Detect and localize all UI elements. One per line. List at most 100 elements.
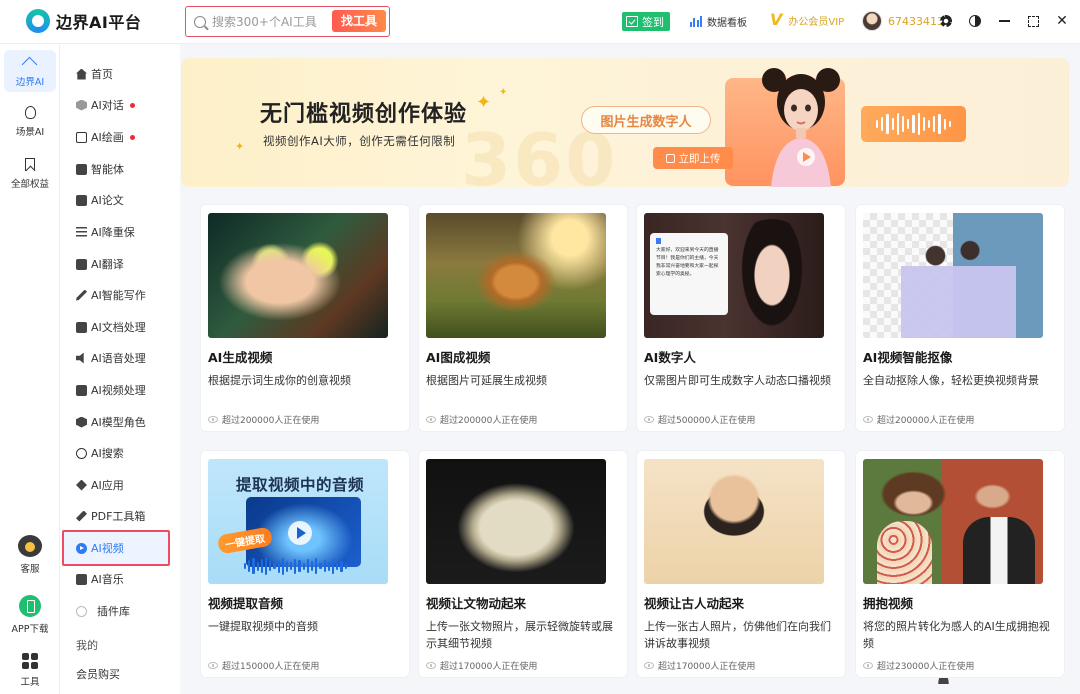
nav-item-pdf-toolbox[interactable]: PDF工具箱 bbox=[76, 504, 145, 528]
tool-card-digital-human[interactable]: 大家好，欢迎来到今天的直播节目！我是你们的主播，今天我非常兴奋地要和大家一起探索… bbox=[636, 204, 846, 432]
nav-item-ai-model-role[interactable]: AI模型角色 bbox=[76, 410, 146, 434]
usage-text: 超过200000人正在使用 bbox=[877, 416, 975, 426]
checkin-button[interactable]: 签到 bbox=[622, 12, 670, 31]
usage-text: 超过170000人正在使用 bbox=[658, 662, 756, 672]
card-description: 根据图片可延展生成视频 bbox=[426, 374, 547, 387]
rail-item-tools[interactable]: 工具 bbox=[4, 653, 56, 689]
nav-item-ai-video-process[interactable]: AI视频处理 bbox=[76, 378, 146, 402]
card-thumbnail bbox=[426, 459, 606, 584]
family-cutout bbox=[901, 235, 1016, 338]
nav-item-ai-translate[interactable]: AI翻译 bbox=[76, 252, 124, 276]
wrench-icon bbox=[76, 510, 87, 522]
logo-icon bbox=[26, 9, 50, 33]
nav-label: AI应用 bbox=[91, 479, 124, 492]
tools-grid-icon bbox=[22, 653, 38, 669]
card-thumbnail bbox=[644, 459, 824, 584]
robot-icon bbox=[76, 163, 87, 175]
card-thumbnail bbox=[863, 459, 1043, 584]
tool-card-image-to-video[interactable]: AI图成视频 根据图片可延展生成视频 超过200000人正在使用 bbox=[418, 204, 628, 432]
play-icon bbox=[288, 521, 312, 545]
tool-card-extract-audio[interactable]: 提取视频中的音频 一键提取 视频提取音频 一键提取视频中的音频 超过150000… bbox=[200, 450, 410, 678]
nav-item-ai-paint[interactable]: AI绘画 bbox=[76, 125, 135, 149]
mic-icon bbox=[656, 238, 661, 244]
card-title: AI图成视频 bbox=[426, 350, 491, 365]
section-mine: 我的 bbox=[76, 639, 98, 652]
search-icon bbox=[76, 447, 87, 459]
logo-text: 边界AI平台 bbox=[56, 13, 142, 32]
nav-item-agent[interactable]: 智能体 bbox=[76, 157, 124, 181]
chat-icon bbox=[76, 99, 87, 111]
vip-label: 办公会员VIP bbox=[788, 16, 845, 28]
nav-item-ai-rewrite[interactable]: AI降重保 bbox=[76, 220, 135, 244]
maximize-icon[interactable] bbox=[1025, 13, 1041, 29]
card-thumbnail bbox=[208, 213, 388, 338]
woman-figure bbox=[877, 521, 932, 584]
find-tool-button[interactable]: 找工具 bbox=[331, 10, 386, 32]
card-description: 全自动抠除人像，轻松更换视频背景 bbox=[863, 374, 1039, 387]
nav-label: AI语音处理 bbox=[91, 352, 146, 365]
rail-item-app-download[interactable]: APP下载 bbox=[4, 595, 56, 635]
tool-card-video-matting[interactable]: AI视频智能抠像 全自动抠除人像，轻松更换视频背景 超过200000人正在使用 bbox=[855, 204, 1065, 432]
card-thumbnail bbox=[426, 213, 606, 338]
card-description: 上传一张文物照片，展示轻微旋转或展示其细节视频 bbox=[426, 620, 613, 650]
nav-item-ai-music[interactable]: AI音乐 bbox=[76, 567, 124, 591]
card-description: 上传一张古人照片，仿佛他们在向我们讲诉故事视频 bbox=[644, 620, 831, 650]
image-to-digital-human-pill[interactable]: 图片生成数字人 bbox=[581, 106, 711, 134]
audio-wave-icon bbox=[861, 106, 966, 142]
nav-item-ai-video[interactable]: AI视频 bbox=[62, 530, 170, 566]
script-text: 大家好，欢迎来到今天的直播节目！我是你们的主播，今天我非常兴奋地要和大家一起探索… bbox=[656, 248, 719, 277]
tool-card-animate-ancient-person[interactable]: 视频让古人动起来 上传一张古人照片，仿佛他们在向我们讲诉故事视频 超过17000… bbox=[636, 450, 846, 678]
card-usage: 超过170000人正在使用 bbox=[426, 659, 537, 672]
nav-item-member-purchase[interactable]: 会员购买 bbox=[76, 662, 949, 686]
card-description: 仅需图片即可生成数字人动态口播视频 bbox=[644, 374, 831, 387]
nav-item-ai-document[interactable]: AI文档处理 bbox=[76, 315, 146, 339]
dashboard-link[interactable]: 数据看板 bbox=[690, 14, 747, 29]
nav-item-ai-paper[interactable]: AI论文 bbox=[76, 188, 124, 212]
close-icon[interactable]: ✕ bbox=[1054, 13, 1070, 29]
search-input[interactable] bbox=[212, 14, 332, 29]
upload-now-button[interactable]: 立即上传 bbox=[653, 147, 733, 169]
app-logo[interactable]: 边界AI平台 bbox=[26, 9, 141, 33]
nav-item-home[interactable]: 首页 bbox=[76, 62, 113, 86]
checkin-label: 签到 bbox=[642, 15, 664, 29]
nav-item-plugins[interactable]: 插件库 bbox=[76, 599, 130, 623]
nav-item-ai-writing[interactable]: AI智能写作 bbox=[76, 283, 146, 307]
rail-item-scene-ai[interactable]: 场景AI bbox=[4, 106, 56, 142]
sparkle-icon: ✦ bbox=[476, 92, 492, 113]
upload-icon bbox=[665, 153, 675, 163]
bookmark-icon bbox=[25, 158, 35, 171]
customer-service-icon bbox=[18, 535, 42, 557]
nav-item-ai-search[interactable]: AI搜索 bbox=[76, 441, 124, 465]
nav-label: AI视频处理 bbox=[91, 384, 146, 397]
nav-item-ai-voice[interactable]: AI语音处理 bbox=[76, 346, 146, 370]
thumb-title: 提取视频中的音频 bbox=[236, 476, 365, 494]
translate-icon bbox=[76, 258, 87, 270]
apps-icon bbox=[76, 479, 87, 491]
rail-item-customer-service[interactable]: 客服 bbox=[4, 535, 56, 575]
digital-human-face bbox=[732, 219, 812, 338]
lightbulb-icon bbox=[24, 106, 36, 119]
promo-banner[interactable]: 360 无门槛视频创作体验 ✦ ✦ ✦ 视频创作AI大师，创作无需任何限制 图片… bbox=[181, 58, 1069, 187]
tool-card-ai-generate-video[interactable]: AI生成视频 根据提示词生成你的创意视频 超过200000人正在使用 bbox=[200, 204, 410, 432]
sparkle-icon: ✦ bbox=[235, 140, 245, 153]
settings-gear-icon[interactable] bbox=[938, 13, 954, 29]
usage-text: 超过200000人正在使用 bbox=[440, 416, 538, 426]
nav-item-ai-chat[interactable]: AI对话 bbox=[76, 93, 135, 117]
dashboard-label: 数据看板 bbox=[707, 18, 747, 29]
rail-item-all-benefits[interactable]: 全部权益 bbox=[4, 158, 56, 194]
card-title: 拥抱视频 bbox=[863, 596, 914, 611]
tool-card-hug-video[interactable]: 拥抱视频 将您的照片转化为感人的AI生成拥抱视频 超过230000人正在使用 bbox=[855, 450, 1065, 678]
card-description: 根据提示词生成你的创意视频 bbox=[208, 374, 351, 387]
theme-toggle-icon[interactable] bbox=[967, 13, 983, 29]
new-dot bbox=[129, 102, 135, 108]
search-icon bbox=[194, 15, 206, 28]
nav-label: AI绘画 bbox=[91, 131, 124, 144]
usage-text: 超过170000人正在使用 bbox=[440, 662, 538, 672]
nav-item-ai-apps[interactable]: AI应用 bbox=[76, 473, 124, 497]
nav-label: AI音乐 bbox=[91, 573, 124, 586]
minimize-icon[interactable] bbox=[996, 13, 1012, 29]
rail-item-bianjie-ai[interactable]: 边界AI bbox=[4, 50, 56, 92]
eye-icon bbox=[863, 416, 873, 423]
tool-card-animate-relic[interactable]: 视频让文物动起来 上传一张文物照片，展示轻微旋转或展示其细节视频 超过17000… bbox=[418, 450, 628, 678]
vip-link[interactable]: V 办公会员VIP bbox=[770, 12, 844, 28]
